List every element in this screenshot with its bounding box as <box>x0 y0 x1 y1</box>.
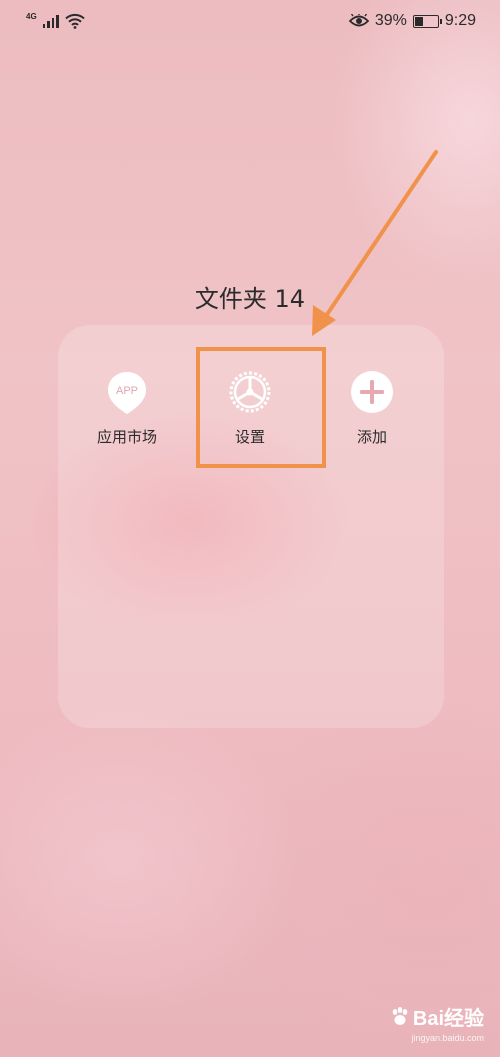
home-screen: 4G 39% 9:29 文件夹 14 APP 应用市场 设置 添加 Bai经验 … <box>0 0 500 1057</box>
add-label: 添加 <box>356 428 387 446</box>
annotation-arrow <box>312 150 438 336</box>
watermark-site: jingyan.baidu.com <box>411 1033 484 1043</box>
watermark-brand: Bai经验 <box>412 1008 484 1030</box>
app-store-label: 应用市场 <box>96 428 157 446</box>
baidu-jingyan-watermark: Bai经验 jingyan.baidu.com <box>389 1002 484 1043</box>
paw-icon <box>392 1006 408 1025</box>
